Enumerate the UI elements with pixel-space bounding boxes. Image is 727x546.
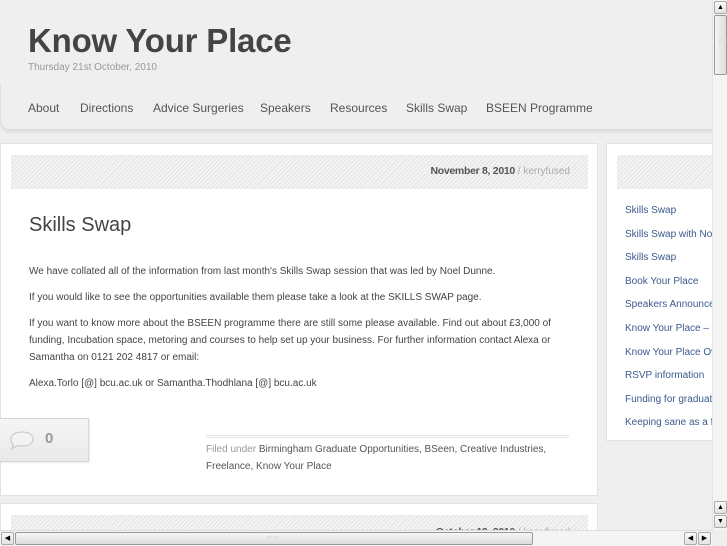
site-title[interactable]: Know Your Place xyxy=(28,22,292,60)
arrow-up-icon: ▲ xyxy=(717,4,724,11)
sidebar-link[interactable]: Book Your Place xyxy=(625,273,712,297)
site-date: Thursday 21st October, 2010 xyxy=(28,62,157,73)
post-paragraph: If you want to know more about the BSEEN… xyxy=(29,318,551,363)
sidebar-link[interactable]: RSVP information xyxy=(625,367,712,391)
horizontal-scroll-thumb[interactable]: ⋯⋯ xyxy=(15,532,533,545)
grip-icon: ⋯⋯ xyxy=(266,535,280,541)
sidebar-link[interactable]: Skills Swap with Noel Dunne xyxy=(625,226,712,250)
post-date[interactable]: November 8, 2010 xyxy=(430,165,515,177)
recent-posts-list: Skills Swap Skills Swap with Noel Dunne … xyxy=(625,202,712,438)
next-post-meta-bar: October 19, 2010 / kerryfused xyxy=(11,515,588,530)
post-meta: November 8, 2010 / kerryfused xyxy=(430,165,570,177)
scroll-up-button-lower[interactable]: ▲ xyxy=(714,501,727,514)
post-title[interactable]: Skills Swap xyxy=(29,214,131,237)
sidebar-link[interactable]: Keeping sane as a freelancer xyxy=(625,414,712,438)
post-meta-bar: November 8, 2010 / kerryfused xyxy=(11,155,588,189)
grip-icon: ⋮⋮⋮ xyxy=(717,39,727,45)
horizontal-scrollbar[interactable]: ◀ ⋯⋯ ◀ ▶ xyxy=(0,530,712,546)
comment-count: 0 xyxy=(45,430,54,447)
main-nav: About Directions Advice Surgeries Speake… xyxy=(0,85,712,131)
scroll-up-button[interactable]: ▲ xyxy=(714,1,727,14)
filed-under-label: Filed under xyxy=(206,444,259,455)
post-body: We have collated all of the information … xyxy=(29,263,569,401)
scroll-left-button-right[interactable]: ◀ xyxy=(684,532,697,545)
vertical-scrollbar[interactable]: ▲ ⋮⋮⋮ ▲ ▼ xyxy=(712,0,727,530)
nav-item-resources[interactable]: Resources xyxy=(330,101,387,115)
arrow-left-icon: ◀ xyxy=(4,535,11,542)
arrow-down-icon: ▼ xyxy=(717,518,724,525)
nav-item-advice-surgeries[interactable]: Advice Surgeries xyxy=(153,101,244,115)
sidebar-link[interactable]: Skills Swap xyxy=(625,202,712,226)
scroll-right-button[interactable]: ▶ xyxy=(698,532,711,545)
arrow-left-icon: ◀ xyxy=(687,535,694,542)
post-panel: November 8, 2010 / kerryfused Skills Swa… xyxy=(0,143,598,496)
vertical-scroll-thumb[interactable]: ⋮⋮⋮ xyxy=(714,15,727,75)
scrollbar-corner xyxy=(712,530,727,545)
sidebar-header xyxy=(617,155,712,189)
post-paragraph: We have collated all of the information … xyxy=(29,266,496,277)
arrow-right-icon: ▶ xyxy=(701,535,708,542)
sidebar-link[interactable]: Funding for graduates xyxy=(625,391,712,415)
nav-item-about[interactable]: About xyxy=(28,101,59,115)
nav-item-bseen-programme[interactable]: BSEEN Programme xyxy=(486,101,593,115)
post-categories: Filed under Birmingham Graduate Opportun… xyxy=(206,435,569,475)
post-paragraph: If you would like to see the opportuniti… xyxy=(29,292,482,303)
post-author[interactable]: kerryfused xyxy=(523,166,570,177)
page-viewport: Know Your Place Thursday 21st October, 2… xyxy=(0,0,712,530)
nav-item-directions[interactable]: Directions xyxy=(80,101,133,115)
sidebar-link[interactable]: Speakers Announced xyxy=(625,296,712,320)
next-post-panel: October 19, 2010 / kerryfused xyxy=(0,503,598,530)
scroll-down-button[interactable]: ▼ xyxy=(714,515,727,528)
arrow-up-icon: ▲ xyxy=(717,504,724,511)
sidebar-link[interactable]: Know Your Place – … xyxy=(625,320,712,344)
sidebar-recent-posts: Skills Swap Skills Swap with Noel Dunne … xyxy=(606,143,712,441)
nav-item-speakers[interactable]: Speakers xyxy=(260,101,311,115)
nav-item-skills-swap[interactable]: Skills Swap xyxy=(406,101,467,115)
comment-count-button[interactable]: 0 xyxy=(0,418,89,462)
sidebar-link[interactable]: Skills Swap xyxy=(625,249,712,273)
speech-bubble-icon xyxy=(10,431,34,451)
post-paragraph: Alexa.Torlo [@] bcu.ac.uk or Samantha.Th… xyxy=(29,378,317,389)
sidebar-link[interactable]: Know Your Place Overview xyxy=(625,344,712,368)
scroll-left-button[interactable]: ◀ xyxy=(1,532,14,545)
